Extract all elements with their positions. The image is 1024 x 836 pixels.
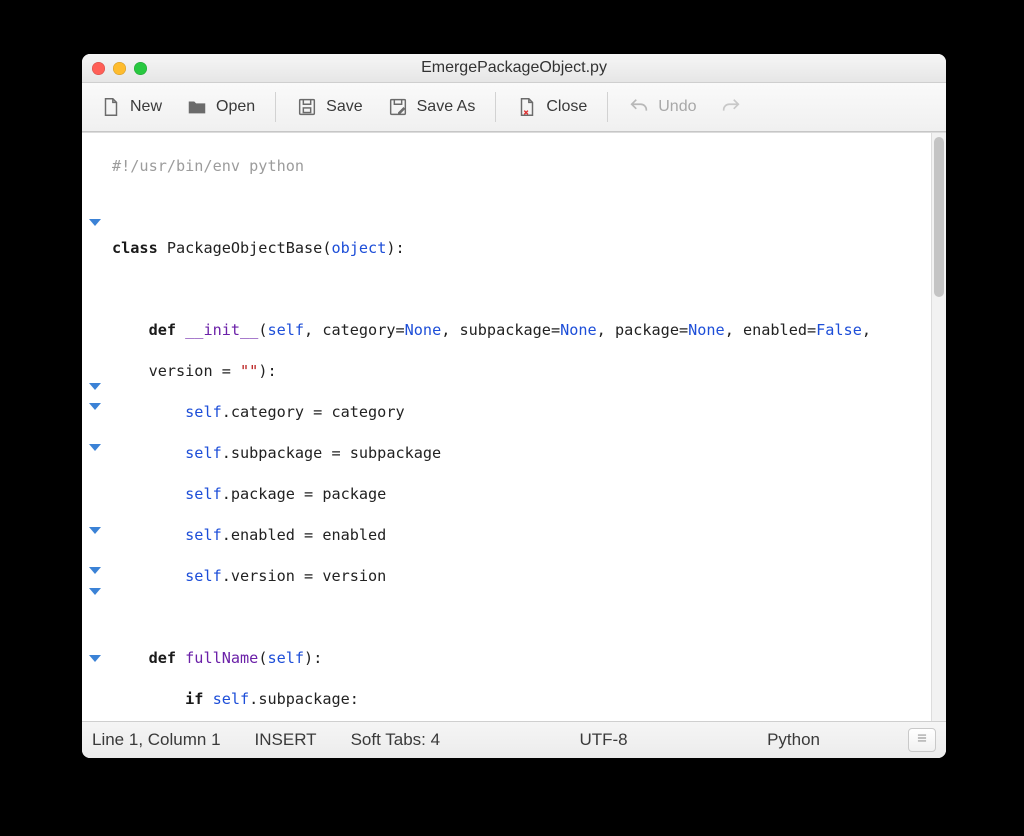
new-label: New [130, 98, 162, 116]
code-text: def [149, 649, 186, 667]
code-text: None [405, 321, 442, 339]
code-text: if [185, 690, 212, 708]
fold-marker[interactable] [89, 444, 101, 451]
titlebar[interactable]: EmergePackageObject.py [82, 54, 946, 83]
undo-label: Undo [658, 98, 696, 116]
tab-mode[interactable]: Soft Tabs: 4 [351, 730, 440, 750]
edit-mode[interactable]: INSERT [255, 730, 317, 750]
close-document-icon [516, 96, 538, 118]
cursor-position[interactable]: Line 1, Column 1 [92, 730, 221, 750]
code-text: def [149, 321, 186, 339]
code-text: .subpackage: [249, 690, 359, 708]
code-text: PackageObjectBase [167, 239, 322, 257]
fold-marker[interactable] [89, 655, 101, 662]
window-title: EmergePackageObject.py [82, 59, 946, 77]
code-text: .subpackage = subpackage [222, 444, 441, 462]
list-icon [915, 730, 929, 750]
fold-marker[interactable] [89, 383, 101, 390]
file-icon [100, 96, 122, 118]
save-icon [296, 96, 318, 118]
code-text: , package= [597, 321, 688, 339]
code-text: self [185, 403, 222, 421]
code-text: ): [304, 649, 322, 667]
save-button[interactable]: Save [286, 92, 372, 122]
scrollbar-thumb[interactable] [934, 137, 944, 297]
folder-icon [186, 96, 208, 118]
code-text: class [112, 239, 167, 257]
fold-marker[interactable] [89, 403, 101, 410]
code-text: , enabled= [725, 321, 816, 339]
editor-window: EmergePackageObject.py New Open Save [82, 54, 946, 758]
fold-marker[interactable] [89, 219, 101, 226]
redo-button[interactable] [710, 92, 752, 122]
undo-icon [628, 96, 650, 118]
code-text: #!/usr/bin/env python [112, 157, 304, 175]
code-text: , subpackage= [441, 321, 560, 339]
minimize-window-button[interactable] [113, 62, 126, 75]
toolbar: New Open Save Save As Close [82, 83, 946, 132]
vertical-scrollbar[interactable] [931, 133, 946, 721]
code-text: ): [258, 362, 276, 380]
open-button[interactable]: Open [176, 92, 265, 122]
encoding[interactable]: UTF-8 [579, 730, 627, 750]
undo-button[interactable]: Undo [618, 92, 706, 122]
code-text: self [185, 444, 222, 462]
save-as-icon [387, 96, 409, 118]
language-mode[interactable]: Python [767, 730, 820, 750]
code-text: self [213, 690, 250, 708]
code-text: self [185, 567, 222, 585]
separator [607, 92, 608, 122]
open-label: Open [216, 98, 255, 116]
fold-marker[interactable] [89, 527, 101, 534]
code-text: object [331, 239, 386, 257]
code-text: , [862, 321, 871, 339]
code-text: .package = package [222, 485, 387, 503]
new-button[interactable]: New [90, 92, 172, 122]
close-button[interactable]: Close [506, 92, 597, 122]
sidebar-toggle-button[interactable] [908, 728, 936, 752]
fold-marker[interactable] [89, 567, 101, 574]
code-text: __init__ [185, 321, 258, 339]
maximize-window-button[interactable] [134, 62, 147, 75]
save-as-label: Save As [417, 98, 476, 116]
code-gutter[interactable] [82, 133, 110, 721]
code-text: self [185, 526, 222, 544]
code-text: self [185, 485, 222, 503]
status-bar: Line 1, Column 1 INSERT Soft Tabs: 4 UTF… [82, 721, 946, 758]
code-editor[interactable]: #!/usr/bin/env python class PackageObjec… [110, 133, 931, 721]
code-text: None [560, 321, 597, 339]
code-text: .version = version [222, 567, 387, 585]
editor-area: #!/usr/bin/env python class PackageObjec… [82, 132, 946, 721]
code-text: .category = category [222, 403, 405, 421]
redo-icon [720, 96, 742, 118]
separator [275, 92, 276, 122]
code-text: ): [386, 239, 404, 257]
code-text: , category= [304, 321, 405, 339]
close-label: Close [546, 98, 587, 116]
save-label: Save [326, 98, 362, 116]
code-text: version = [149, 362, 240, 380]
code-text: self [267, 321, 304, 339]
window-controls [82, 62, 147, 75]
code-text: "" [240, 362, 258, 380]
fold-marker[interactable] [89, 588, 101, 595]
save-as-button[interactable]: Save As [377, 92, 486, 122]
code-text: False [816, 321, 862, 339]
separator [495, 92, 496, 122]
close-window-button[interactable] [92, 62, 105, 75]
code-text: .enabled = enabled [222, 526, 387, 544]
code-text: fullName [185, 649, 258, 667]
code-text: None [688, 321, 725, 339]
code-text: self [267, 649, 304, 667]
